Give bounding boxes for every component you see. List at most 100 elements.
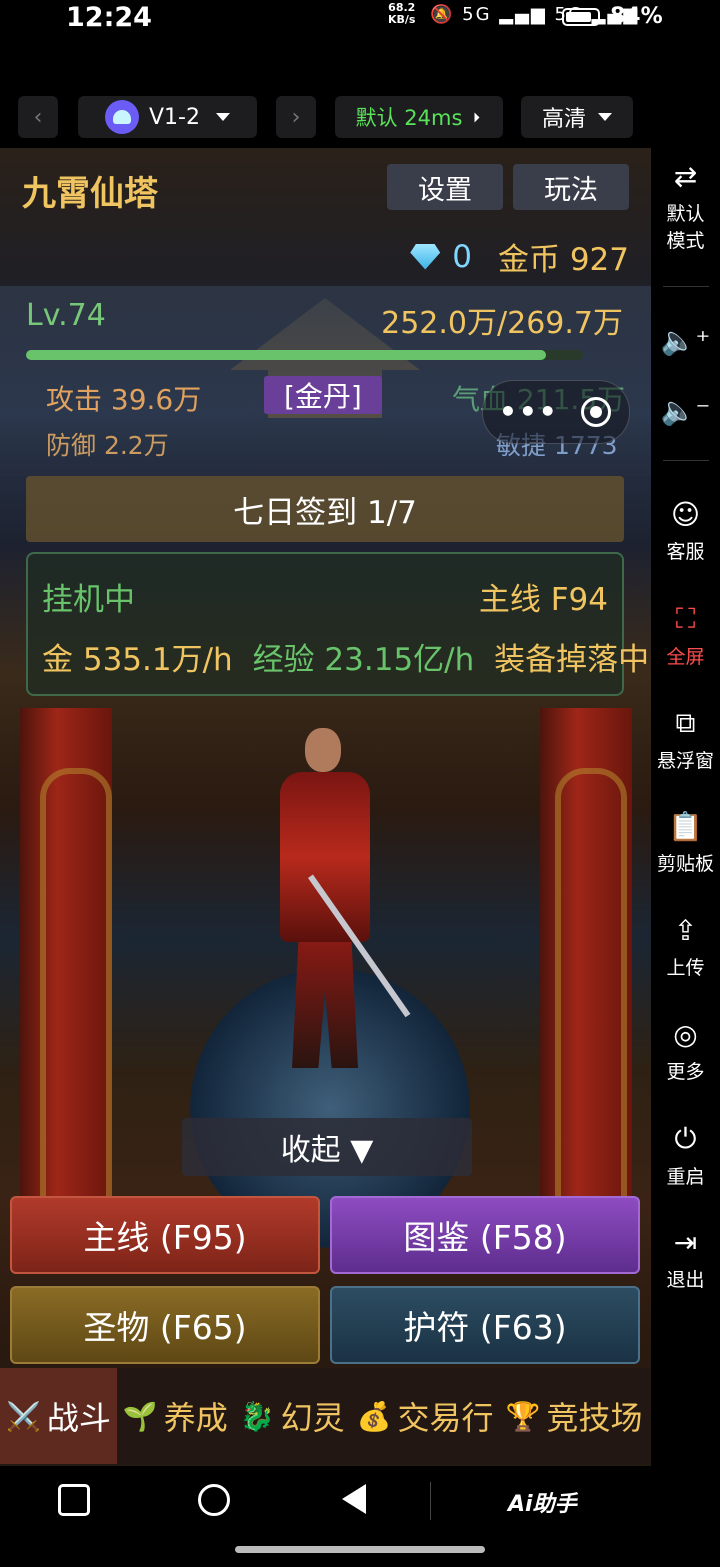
money-bag-icon: 💰 — [356, 1399, 392, 1433]
collapse-button[interactable]: 收起 ▼ — [182, 1118, 472, 1176]
diamond-count: 0 — [452, 238, 472, 275]
status-bar: 12:24 68.2 KB/s 🔕 5G ▂▄▆ 5G ▂▄▆ 84% — [0, 0, 720, 40]
upload-label: 上传 — [666, 957, 705, 979]
volume-down-button[interactable]: 🔈⁻ — [651, 394, 720, 433]
headset-icon: ☺ — [670, 498, 701, 531]
chevron-down-icon — [215, 113, 230, 121]
cloud-phone-toolbar: ‹ V1-2 › 默认 24ms 高清 — [0, 96, 720, 140]
relic-button[interactable]: 圣物 (F65) — [10, 1286, 320, 1364]
afk-stage: 主线 F94 — [478, 582, 608, 618]
tab-battle[interactable]: ⚔️ 战斗 — [0, 1368, 117, 1464]
experience-bar — [26, 350, 583, 360]
volume-up-icon: 🔈⁺ — [660, 324, 711, 357]
restart-label: 重启 — [666, 1166, 705, 1188]
experience-text: 252.0万/269.7万 — [381, 306, 623, 341]
upload-button[interactable]: ⇪ 上传 — [651, 914, 720, 980]
float-window-icon: ⧉ — [675, 706, 696, 739]
afk-rates: 金 535.1万/h 经验 23.15亿/h 装备掉落中 — [42, 634, 649, 679]
divider — [663, 460, 709, 461]
guide-button[interactable]: 玩法 — [513, 164, 629, 210]
volume-down-icon: 🔈⁻ — [660, 394, 711, 427]
chevron-left-icon: ‹ — [33, 104, 43, 130]
float-window-label: 悬浮窗 — [656, 750, 714, 772]
signin-button[interactable]: 七日签到 1/7 — [26, 476, 624, 542]
settings-button[interactable]: 设置 — [387, 164, 503, 210]
chevron-down-icon — [598, 113, 612, 121]
divider — [663, 286, 709, 287]
game-title: 九霄仙塔 — [22, 174, 158, 214]
codex-button[interactable]: 图鉴 (F58) — [330, 1196, 640, 1274]
back-icon[interactable] — [342, 1484, 366, 1514]
dragon-left-artwork — [40, 768, 112, 1240]
tab-arena[interactable]: 🏆 竞技场 — [500, 1368, 649, 1464]
next-device-button[interactable]: › — [276, 96, 316, 138]
device-selector[interactable]: V1-2 — [78, 96, 257, 138]
mode-label: 默认 模式 — [666, 203, 705, 252]
tab-label: 交易行 — [397, 1399, 494, 1437]
android-icon — [105, 100, 139, 134]
tab-label: 竞技场 — [546, 1399, 643, 1437]
gear-icon: ◎ — [673, 1018, 698, 1051]
home-icon[interactable] — [198, 1484, 230, 1516]
afk-panel[interactable]: 挂机中 主线 F94 金 535.1万/h 经验 23.15亿/h 装备掉落中 — [26, 552, 649, 696]
currency-bar: 0 金币 927 — [410, 234, 629, 279]
afk-gold-rate: 金 535.1万/h — [42, 642, 233, 678]
customer-service-button[interactable]: ☺ 客服 — [651, 498, 720, 564]
signal-icon: 🔕 5G ▂▄▆ 5G ▂▄▆ — [430, 4, 640, 25]
upload-icon: ⇪ — [673, 914, 698, 947]
tab-market[interactable]: 💰 交易行 — [351, 1368, 500, 1464]
fullscreen-icon: ⛶ — [675, 602, 696, 635]
exit-label: 退出 — [666, 1269, 705, 1291]
afk-drop-status: 装备掉落中 — [494, 642, 650, 678]
recents-icon[interactable] — [58, 1484, 90, 1516]
attack-stat: 攻击 39.6万 — [46, 383, 202, 416]
tab-cultivate[interactable]: 🌱 养成 — [117, 1368, 234, 1464]
line-selector[interactable]: 默认 24ms — [335, 96, 503, 138]
quality-label: 高清 — [541, 107, 586, 132]
bottom-tab-bar: ⚔️ 战斗 🌱 养成 🐉 幻灵 💰 交易行 🏆 竞技场 — [0, 1368, 651, 1464]
tab-label: 战斗 — [46, 1399, 111, 1437]
gold-count: 金币 927 — [497, 242, 629, 278]
main-stage-button[interactable]: 主线 (F95) — [10, 1196, 320, 1274]
defense-stat: 防御 2.2万 — [46, 431, 169, 460]
divider — [430, 1482, 431, 1520]
network-speed: 68.2 KB/s — [388, 2, 415, 26]
hero-character — [250, 728, 411, 1078]
game-screen: 九霄仙塔 设置 玩法 0 金币 927 Lv.74 252.0万/269.7万 … — [0, 148, 651, 1466]
more-dots-icon[interactable]: ••• — [499, 395, 559, 428]
tab-label: 幻灵 — [280, 1399, 345, 1437]
service-label: 客服 — [666, 541, 705, 563]
volume-up-button[interactable]: 🔈⁺ — [651, 324, 720, 363]
mode-switch-button[interactable]: ⇄ 默认 模式 — [651, 160, 720, 253]
battery-icon — [562, 8, 600, 26]
exit-button[interactable]: ⇥ 退出 — [651, 1226, 720, 1292]
tab-spirit[interactable]: 🐉 幻灵 — [234, 1368, 351, 1464]
more-button[interactable]: ◎ 更多 — [651, 1018, 720, 1084]
clipboard-button[interactable]: 📋 剪贴板 — [651, 810, 720, 876]
amulet-button[interactable]: 护符 (F63) — [330, 1286, 640, 1364]
dragon-right-artwork — [555, 768, 627, 1240]
more-label: 更多 — [666, 1061, 705, 1083]
swap-arrows-icon: ⇄ — [673, 160, 698, 193]
side-panel: ⇄ 默认 模式 🔈⁺ 🔈⁻ ☺ 客服 ⛶ 全屏 ⧉ 悬浮窗 📋 剪贴板 ⇪ 上传… — [651, 148, 720, 1466]
mini-program-capsule: ••• — [482, 380, 630, 444]
home-indicator[interactable] — [235, 1546, 485, 1553]
dragon-icon: 🐉 — [239, 1399, 275, 1433]
quality-selector[interactable]: 高清 — [521, 96, 633, 138]
record-icon[interactable] — [581, 397, 611, 427]
battery-percent: 84% — [610, 4, 663, 29]
exit-icon: ⇥ — [673, 1226, 698, 1259]
restart-button[interactable]: ⏻ 重启 — [651, 1122, 720, 1189]
prev-device-button[interactable]: ‹ — [18, 96, 58, 138]
afk-exp-rate: 经验 23.15亿/h — [252, 642, 475, 678]
device-name: V1-2 — [149, 104, 200, 130]
tab-label: 养成 — [163, 1399, 228, 1437]
power-icon: ⏻ — [674, 1122, 697, 1155]
ai-assistant-button[interactable]: Ai助手 — [508, 1486, 577, 1518]
crossed-swords-icon: ⚔️ — [6, 1399, 41, 1433]
fullscreen-button[interactable]: ⛶ 全屏 — [651, 602, 720, 669]
clipboard-label: 剪贴板 — [656, 853, 714, 875]
float-window-button[interactable]: ⧉ 悬浮窗 — [651, 706, 720, 773]
trophy-icon: 🏆 — [505, 1399, 541, 1433]
caret-icon — [474, 112, 480, 122]
